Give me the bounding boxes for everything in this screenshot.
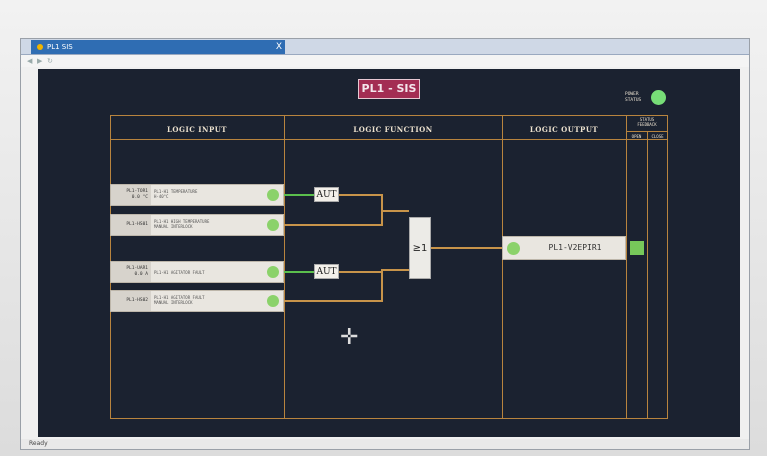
signal-wire bbox=[284, 300, 383, 302]
signal-wire bbox=[431, 247, 503, 249]
input-description: PL1-H1 AGITATOR FAULT MANUAL INTERLOCK bbox=[154, 295, 205, 305]
input-desc-line2: MANUAL INTERLOCK bbox=[154, 300, 193, 305]
output-label: PL1-V2EPIR1 bbox=[548, 243, 602, 252]
header-logic-input: LOGIC INPUT bbox=[166, 125, 228, 134]
aut-block-2[interactable]: AUT bbox=[314, 264, 339, 279]
or-gate[interactable]: ≥1 bbox=[409, 217, 431, 279]
signal-wire bbox=[284, 224, 383, 226]
power-status-label: POWER STATUS bbox=[625, 92, 653, 104]
input-desc-line2: MANUAL INTERLOCK bbox=[154, 224, 193, 229]
input-tag: PL1-HS01 bbox=[111, 215, 151, 235]
forward-icon[interactable]: ▶ bbox=[37, 57, 42, 65]
signal-wire bbox=[284, 271, 314, 273]
signal-wire bbox=[381, 271, 383, 302]
input-status-lamp bbox=[267, 295, 279, 307]
signal-wire bbox=[284, 194, 314, 196]
power-status-lamp bbox=[651, 90, 666, 105]
input-status-lamp bbox=[267, 266, 279, 278]
status-text: Ready bbox=[29, 440, 48, 447]
input-tag-name: PL1-HS02 bbox=[126, 298, 148, 303]
header-status-feedback: STATUS FEEDBACK bbox=[626, 117, 668, 127]
input-description: PL1-H1 AGITATOR FAULT bbox=[154, 270, 205, 275]
tab-pl1-sis[interactable]: PL1 SIS X bbox=[31, 40, 285, 54]
input-row-uar1[interactable]: PL1-UAR1 0.0 A PL1-H1 AGITATOR FAULT bbox=[110, 261, 284, 283]
input-description: PL1-H1 TEMPERATURE H-40°C bbox=[154, 189, 197, 199]
input-tag: PL1-UAR1 0.0 A bbox=[111, 262, 151, 282]
aut-block-1[interactable]: AUT bbox=[314, 187, 339, 202]
page-title: PL1 - SIS bbox=[358, 79, 420, 99]
signal-wire bbox=[339, 271, 383, 273]
signal-wire bbox=[381, 210, 409, 212]
mouse-cursor: ✛ bbox=[340, 325, 359, 350]
refresh-icon[interactable]: ↻ bbox=[47, 57, 53, 65]
header-divider bbox=[110, 139, 668, 140]
column-divider bbox=[502, 115, 503, 419]
output-row[interactable]: PL1-V2EPIR1 bbox=[502, 236, 626, 260]
input-tag-name: PL1-HS01 bbox=[126, 222, 148, 227]
input-tag: PL1-TOR1 0.0 °C bbox=[111, 185, 151, 205]
input-tag: PL1-HS02 bbox=[111, 291, 151, 311]
input-tag-value: 0.0 A bbox=[134, 272, 148, 277]
header-logic-output: LOGIC OUTPUT bbox=[529, 125, 599, 134]
column-divider bbox=[626, 115, 627, 419]
signal-wire bbox=[339, 194, 383, 196]
tab-label: PL1 SIS bbox=[47, 43, 73, 51]
input-tag-value: 0.0 °C bbox=[131, 195, 148, 200]
input-desc-line1: PL1-H1 AGITATOR FAULT bbox=[154, 270, 205, 275]
power-status-line2: STATUS bbox=[625, 98, 642, 103]
column-divider bbox=[284, 115, 285, 419]
sis-hmi-screen: PL1 - SIS POWER STATUS LOGIC INPUT LOGIC… bbox=[38, 69, 740, 437]
feedback-divider bbox=[626, 131, 668, 132]
header-logic-function: LOGIC FUNCTION bbox=[353, 125, 433, 134]
input-row-hs01[interactable]: PL1-HS01 PL1-H1 HIGH TEMPERATURE MANUAL … bbox=[110, 214, 284, 236]
input-status-lamp bbox=[267, 219, 279, 231]
app-icon bbox=[37, 44, 43, 50]
signal-wire bbox=[381, 269, 409, 271]
toolbar: ◀ ▶ ↻ bbox=[21, 55, 749, 67]
header-close: CLOSE bbox=[651, 134, 664, 139]
output-status-lamp bbox=[507, 242, 520, 255]
column-divider bbox=[647, 131, 648, 419]
back-icon[interactable]: ◀ bbox=[27, 57, 32, 65]
status-feedback-line2: FEEDBACK bbox=[637, 122, 657, 127]
input-row-hs02[interactable]: PL1-HS02 PL1-H1 AGITATOR FAULT MANUAL IN… bbox=[110, 290, 284, 312]
feedback-open-indicator bbox=[630, 241, 644, 255]
status-bar: Ready bbox=[21, 439, 749, 449]
input-row-tor1[interactable]: PL1-TOR1 0.0 °C PL1-H1 TEMPERATURE H-40°… bbox=[110, 184, 284, 206]
input-desc-line2: H-40°C bbox=[154, 194, 169, 199]
input-status-lamp bbox=[267, 189, 279, 201]
title-bar: PL1 SIS X bbox=[21, 39, 749, 55]
browser-window: PL1 SIS X ◀ ▶ ↻ PL1 - SIS POWER STATUS L… bbox=[20, 38, 750, 450]
input-description: PL1-H1 HIGH TEMPERATURE MANUAL INTERLOCK bbox=[154, 219, 209, 229]
tab-close-button[interactable]: X bbox=[276, 40, 282, 54]
header-open: OPEN bbox=[631, 134, 642, 139]
